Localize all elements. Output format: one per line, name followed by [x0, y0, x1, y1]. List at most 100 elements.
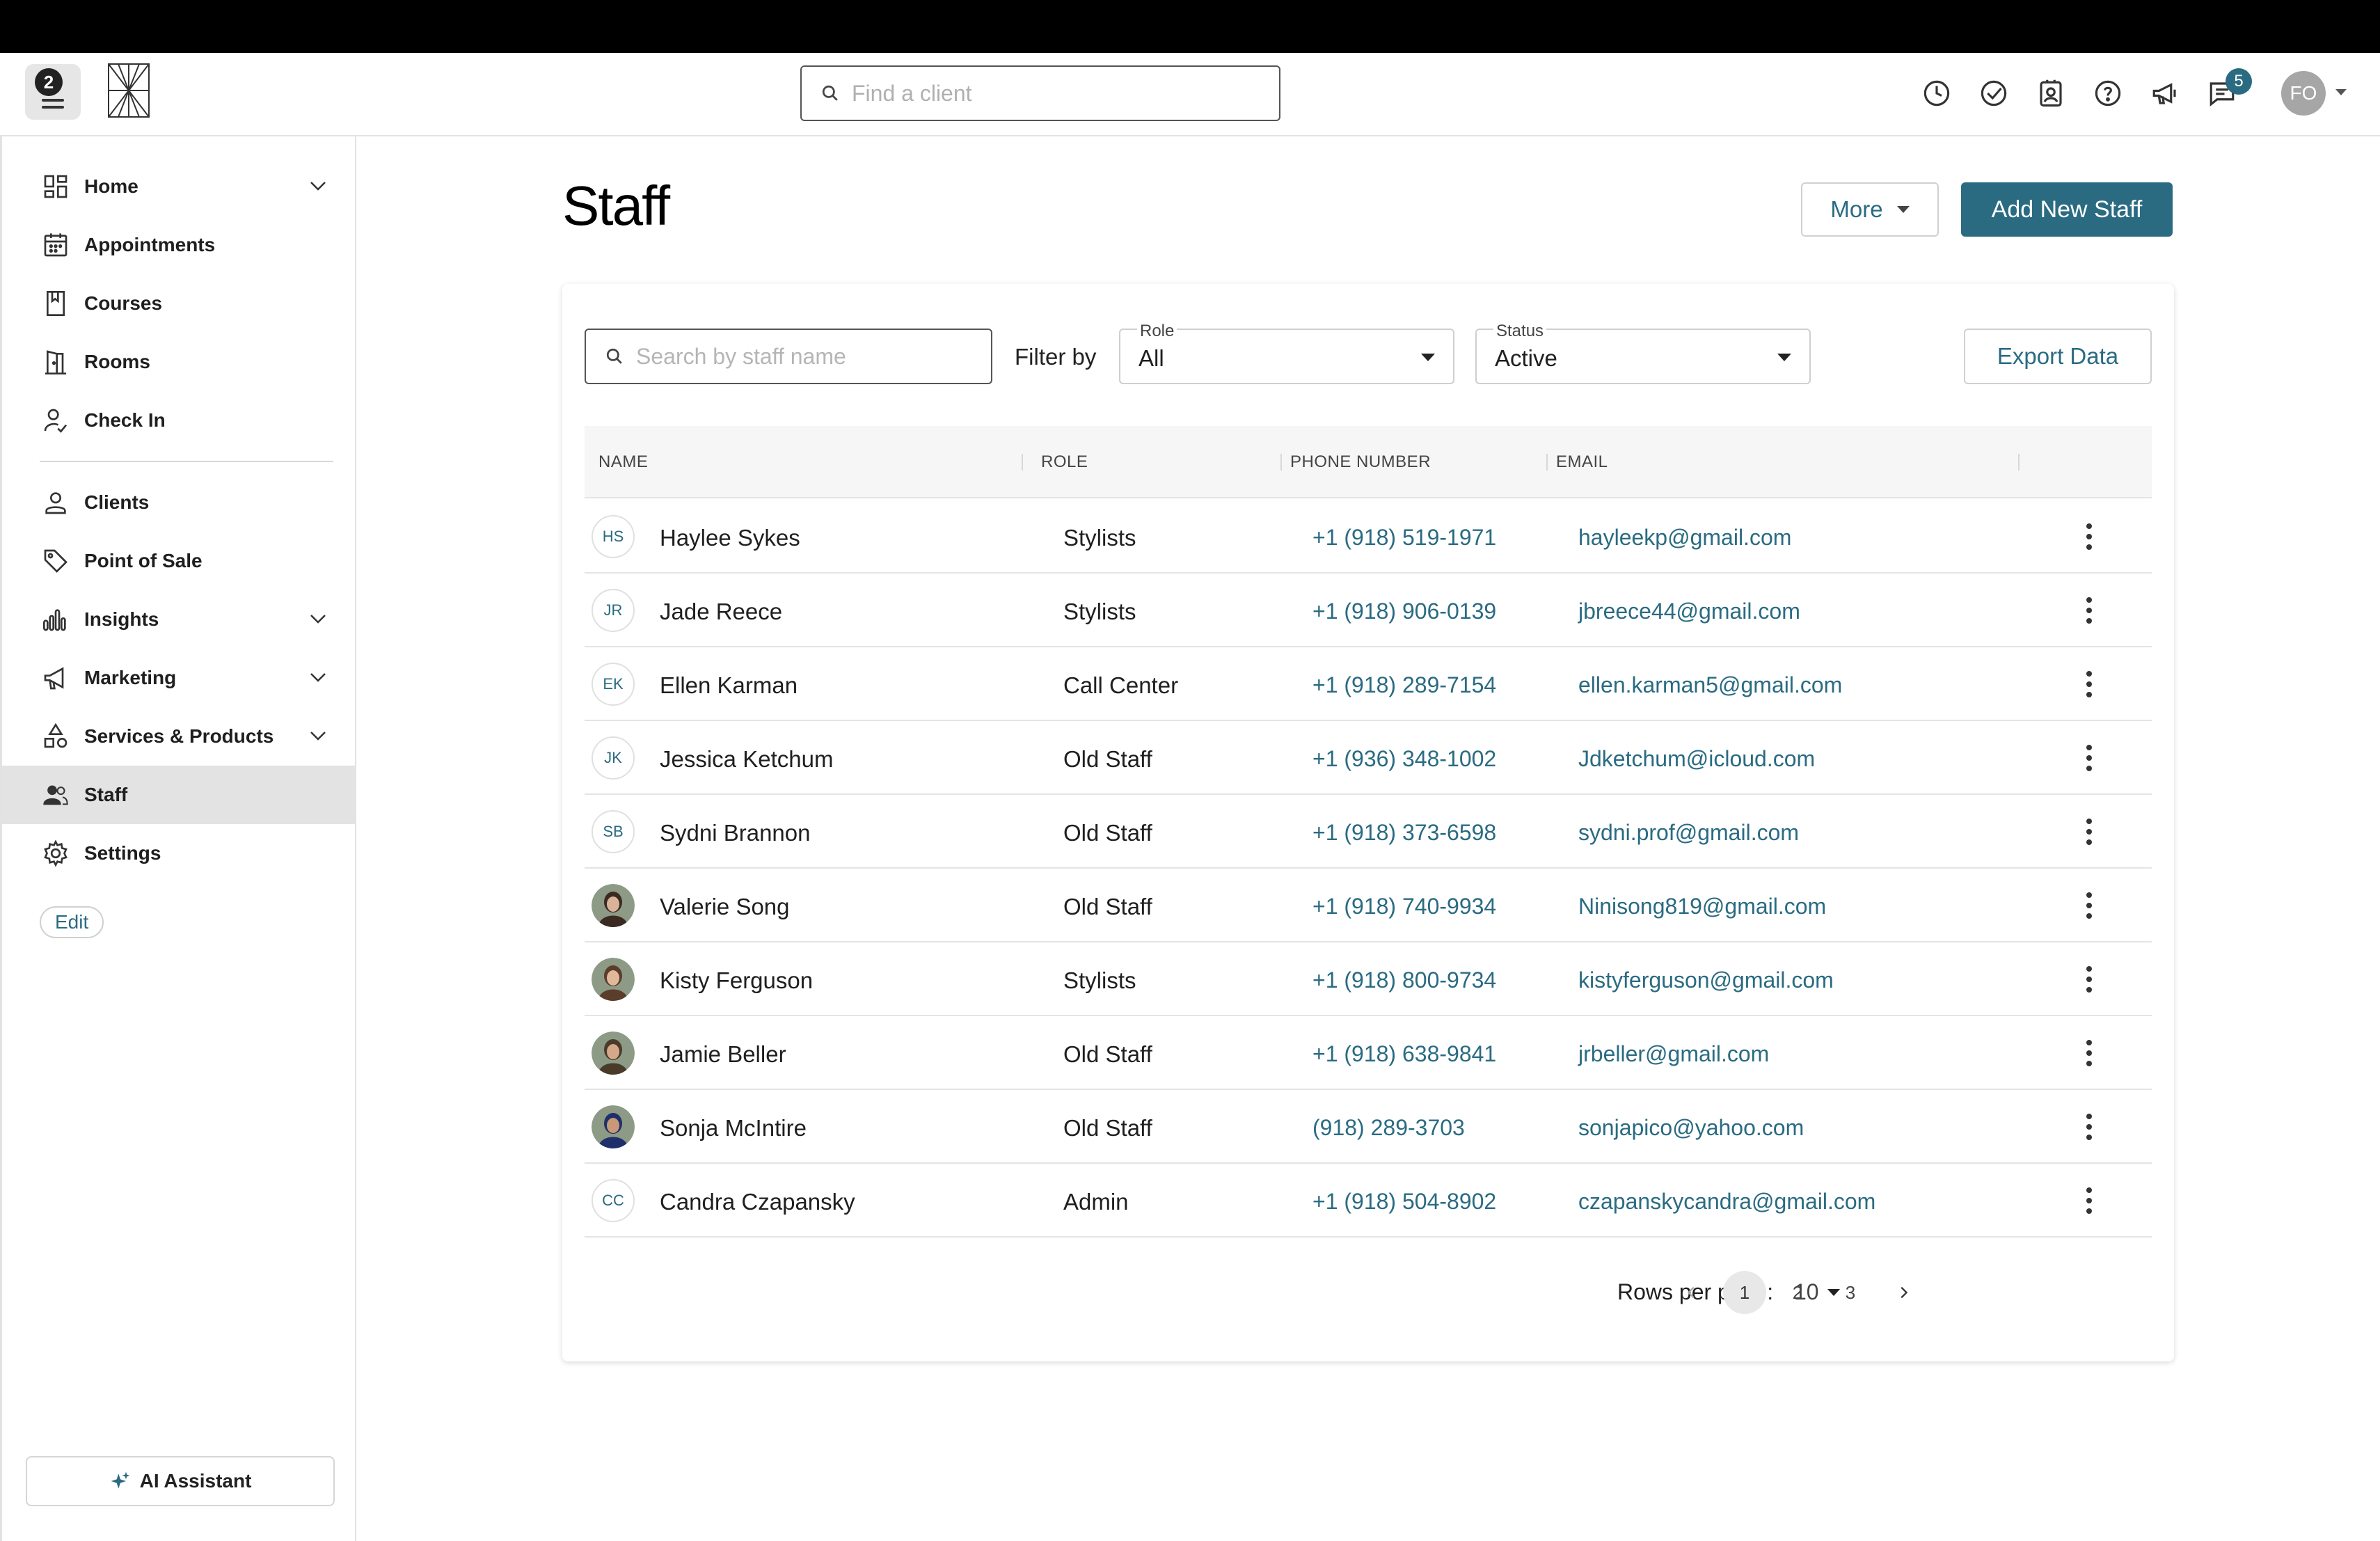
- sidebar-item-rooms[interactable]: Rooms: [2, 333, 356, 391]
- sidebar-item-point-of-sale[interactable]: Point of Sale: [2, 532, 356, 590]
- staff-email[interactable]: ellen.karman5@gmail.com: [1578, 672, 1842, 698]
- row-actions-kebab-icon[interactable]: [2079, 890, 2099, 922]
- staff-phone[interactable]: +1 (918) 519-1971: [1312, 525, 1496, 551]
- next-page-button[interactable]: [1882, 1271, 1925, 1314]
- column-header-role[interactable]: ROLE: [1041, 452, 1088, 472]
- staff-name[interactable]: Ellen Karman: [660, 672, 798, 699]
- previous-page-button[interactable]: [1670, 1271, 1713, 1314]
- staff-email[interactable]: jbreece44@gmail.com: [1578, 599, 1800, 624]
- staff-email[interactable]: sydni.prof@gmail.com: [1578, 820, 1799, 846]
- help-icon[interactable]: [2092, 74, 2124, 113]
- staff-email[interactable]: Ninisong819@gmail.com: [1578, 894, 1826, 919]
- table-row[interactable]: EK Ellen Karman Call Center +1 (918) 289-71…: [585, 647, 2152, 721]
- staff-name[interactable]: Haylee Sykes: [660, 525, 800, 551]
- staff-phone[interactable]: +1 (918) 373-6598: [1312, 820, 1496, 846]
- staff-name[interactable]: Candra Czapansky: [660, 1189, 855, 1215]
- row-actions-kebab-icon[interactable]: [2079, 963, 2099, 995]
- sidebar-item-services-products[interactable]: Services & Products: [2, 707, 356, 766]
- column-header-phone[interactable]: PHONE NUMBER: [1290, 452, 1431, 472]
- row-actions-kebab-icon[interactable]: [2079, 668, 2099, 700]
- staff-photo-avatar: [592, 1032, 635, 1075]
- page-button-1[interactable]: 1: [1723, 1271, 1766, 1314]
- staff-search-input[interactable]: [636, 343, 984, 370]
- staff-initials-avatar: CC: [592, 1179, 635, 1222]
- chevron-down-icon[interactable]: [308, 725, 328, 746]
- table-row[interactable]: Kisty Ferguson Stylists +1 (918) 800-9734 k…: [585, 942, 2152, 1016]
- staff-phone[interactable]: +1 (936) 348-1002: [1312, 746, 1496, 772]
- chevron-down-icon[interactable]: [2335, 89, 2347, 95]
- tasks-check-icon[interactable]: [1978, 74, 2010, 113]
- staff-phone[interactable]: +1 (918) 906-0139: [1312, 599, 1496, 624]
- client-search-input[interactable]: [852, 80, 1241, 106]
- column-header-email[interactable]: EMAIL: [1556, 452, 1608, 472]
- messages-icon[interactable]: 5: [2206, 68, 2252, 113]
- staff-name[interactable]: Kisty Ferguson: [660, 967, 813, 994]
- sidebar-item-clients[interactable]: Clients: [2, 473, 356, 532]
- table-row[interactable]: SB Sydni Brannon Old Staff +1 (918) 373-659…: [585, 795, 2152, 869]
- sidebar-item-check-in[interactable]: Check In: [2, 391, 356, 450]
- client-search[interactable]: [800, 65, 1280, 121]
- page-button-3[interactable]: 3: [1829, 1271, 1872, 1314]
- more-button[interactable]: More: [1801, 182, 1939, 237]
- ai-assistant-button[interactable]: AI Assistant: [26, 1456, 335, 1506]
- table-row[interactable]: JR Jade Reece Stylists +1 (918) 906-0139 jbr…: [585, 574, 2152, 647]
- table-row[interactable]: HS Haylee Sykes Stylists +1 (918) 519-1971 h…: [585, 500, 2152, 574]
- row-actions-kebab-icon[interactable]: [2079, 816, 2099, 848]
- sidebar-item-courses[interactable]: Courses: [2, 274, 356, 333]
- row-actions-kebab-icon[interactable]: [2079, 1185, 2099, 1217]
- sidebar-item-home[interactable]: Home: [2, 157, 356, 216]
- staff-name[interactable]: Sonja McIntire: [660, 1115, 807, 1141]
- chevron-down-icon[interactable]: [308, 608, 328, 629]
- sidebar-item-insights[interactable]: Insights: [2, 590, 356, 649]
- staff-name[interactable]: Jade Reece: [660, 599, 782, 625]
- sidebar-item-staff[interactable]: Staff: [2, 766, 356, 824]
- column-header-name[interactable]: NAME: [598, 452, 648, 472]
- chevron-down-icon[interactable]: [308, 175, 328, 196]
- staff-name[interactable]: Jamie Beller: [660, 1041, 786, 1068]
- table-row[interactable]: Valerie Song Old Staff +1 (918) 740-9934 Ni…: [585, 869, 2152, 942]
- table-row[interactable]: JK Jessica Ketchum Old Staff +1 (936) 348-1…: [585, 721, 2152, 795]
- staff-email[interactable]: czapanskycandra@gmail.com: [1578, 1189, 1875, 1215]
- history-icon[interactable]: [1921, 74, 1953, 113]
- user-avatar[interactable]: FO: [2281, 71, 2326, 116]
- staff-email[interactable]: Jdketchum@icloud.com: [1578, 746, 1815, 772]
- contact-card-icon[interactable]: [2035, 74, 2067, 113]
- page-button-2[interactable]: 2: [1776, 1271, 1819, 1314]
- sidebar-item-appointments[interactable]: Appointments: [2, 216, 356, 274]
- staff-search[interactable]: [585, 329, 992, 384]
- status-select[interactable]: Status Active: [1475, 322, 1811, 384]
- main-menu-button[interactable]: 2: [25, 64, 81, 120]
- staff-phone[interactable]: +1 (918) 740-9934: [1312, 894, 1496, 919]
- staff-email[interactable]: kistyferguson@gmail.com: [1578, 967, 1834, 993]
- row-actions-kebab-icon[interactable]: [2079, 742, 2099, 774]
- staff-email[interactable]: hayleekp@gmail.com: [1578, 525, 1791, 551]
- announcements-icon[interactable]: [2149, 74, 2181, 113]
- table-row[interactable]: CC Candra Czapansky Admin +1 (918) 504-8902…: [585, 1164, 2152, 1238]
- sidebar-item-label: Rooms: [84, 351, 150, 372]
- staff-phone[interactable]: +1 (918) 638-9841: [1312, 1041, 1496, 1067]
- row-actions-kebab-icon[interactable]: [2079, 594, 2099, 626]
- row-actions-kebab-icon[interactable]: [2079, 521, 2099, 553]
- row-actions-kebab-icon[interactable]: [2079, 1111, 2099, 1143]
- staff-email[interactable]: jrbeller@gmail.com: [1578, 1041, 1769, 1067]
- staff-name[interactable]: Valerie Song: [660, 894, 790, 920]
- add-new-staff-button[interactable]: Add New Staff: [1961, 182, 2173, 237]
- staff-phone[interactable]: +1 (918) 504-8902: [1312, 1189, 1496, 1215]
- table-row[interactable]: Jamie Beller Old Staff +1 (918) 638-9841 jr…: [585, 1016, 2152, 1090]
- chevron-down-icon[interactable]: [308, 667, 328, 688]
- staff-name[interactable]: Jessica Ketchum: [660, 746, 833, 773]
- staff-initials-avatar: JR: [592, 589, 635, 632]
- staff-name[interactable]: Sydni Brannon: [660, 820, 810, 846]
- staff-email[interactable]: sonjapico@yahoo.com: [1578, 1115, 1804, 1141]
- brand-logo[interactable]: [107, 63, 150, 121]
- table-row[interactable]: Sonja McIntire Old Staff (918) 289-3703 son…: [585, 1090, 2152, 1164]
- export-data-button[interactable]: Export Data: [1964, 329, 2152, 384]
- role-select[interactable]: Role All: [1119, 322, 1454, 384]
- sidebar-item-marketing[interactable]: Marketing: [2, 649, 356, 707]
- staff-phone[interactable]: +1 (918) 800-9734: [1312, 967, 1496, 993]
- sidebar-item-settings[interactable]: Settings: [2, 824, 356, 883]
- staff-phone[interactable]: (918) 289-3703: [1312, 1115, 1465, 1141]
- edit-sidebar-button[interactable]: Edit: [40, 906, 104, 938]
- row-actions-kebab-icon[interactable]: [2079, 1037, 2099, 1069]
- staff-phone[interactable]: +1 (918) 289-7154: [1312, 672, 1496, 698]
